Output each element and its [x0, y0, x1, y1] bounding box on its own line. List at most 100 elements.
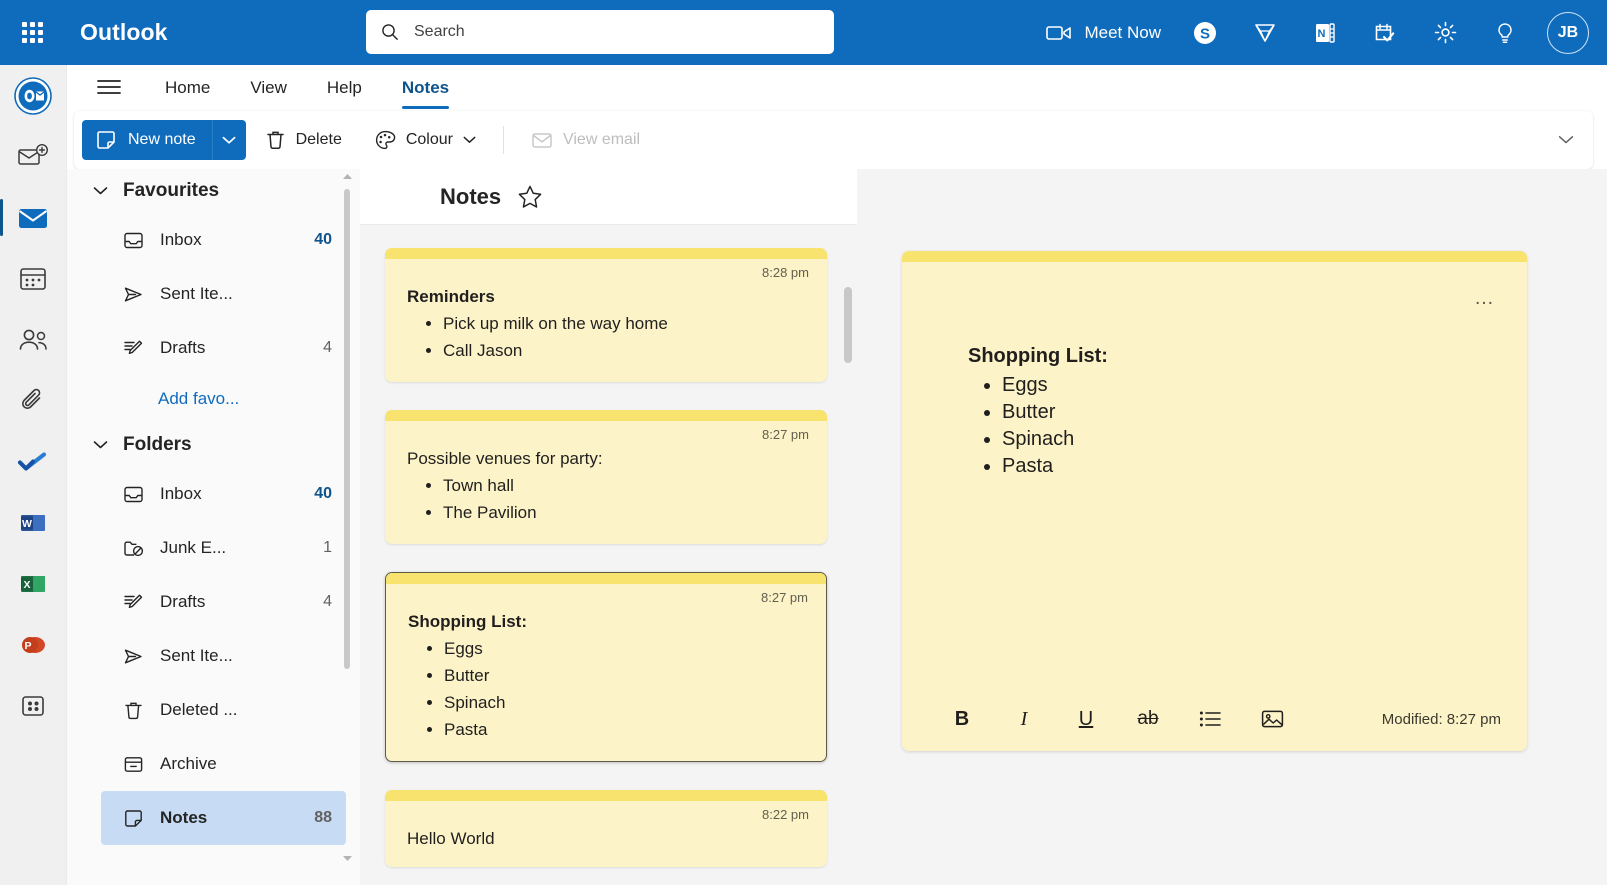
- note-body: 8:28 pm Reminders Pick up milk on the wa…: [385, 259, 827, 382]
- note-bullet-list: Eggs Butter Spinach Pasta: [408, 635, 804, 743]
- folder-notes[interactable]: Notes 88: [101, 791, 346, 845]
- colour-chevron-down-icon[interactable]: [463, 136, 476, 144]
- note-colour-strip: [385, 790, 827, 801]
- rail-item-todo[interactable]: [0, 431, 67, 492]
- note-card[interactable]: 8:27 pm Possible venues for party: Town …: [385, 410, 827, 544]
- rail-item-more-apps[interactable]: [0, 675, 67, 736]
- scroll-up-arrow-icon[interactable]: [339, 169, 355, 183]
- todo-calendar-icon[interactable]: [1363, 11, 1407, 55]
- tab-view[interactable]: View: [230, 65, 307, 111]
- chevron-down-glyph: [1558, 136, 1574, 144]
- colour-button[interactable]: Colour: [361, 120, 489, 160]
- favourites-group-header[interactable]: Favourites: [67, 169, 360, 213]
- rail-item-excel[interactable]: X: [0, 553, 67, 614]
- folder-archive[interactable]: Archive: [101, 737, 346, 791]
- svg-text:W: W: [22, 518, 32, 530]
- trash-glyph: [124, 702, 142, 719]
- meet-now-button[interactable]: Meet Now: [1036, 11, 1171, 55]
- note-card[interactable]: 8:22 pm Hello World: [385, 790, 827, 867]
- folder-pane-scrollbar[interactable]: [339, 169, 355, 885]
- palette-icon: [375, 130, 396, 150]
- italic-button[interactable]: I: [1002, 699, 1046, 739]
- notes-scroll-area[interactable]: 8:28 pm Reminders Pick up milk on the wa…: [360, 225, 857, 885]
- folder-sent-items[interactable]: Sent Ite...: [101, 629, 346, 683]
- trash-icon: [122, 700, 144, 721]
- folder-inbox[interactable]: Inbox 40: [101, 467, 346, 521]
- note-overflow-menu-icon[interactable]: …: [1469, 285, 1501, 311]
- strikethrough-button[interactable]: ab: [1126, 699, 1170, 739]
- app-launcher-icon[interactable]: [8, 9, 56, 57]
- folder-fav-inbox[interactable]: Inbox 40: [101, 213, 346, 267]
- note-card-selected[interactable]: 8:27 pm Shopping List: Eggs Butter Spina…: [385, 572, 827, 762]
- folder-count: 4: [323, 339, 332, 356]
- chevron-down-icon[interactable]: [93, 441, 108, 450]
- tips-lightbulb-icon[interactable]: [1483, 11, 1527, 55]
- tab-notes[interactable]: Notes: [381, 65, 470, 111]
- hamburger-menu-icon[interactable]: [87, 65, 131, 109]
- premium-diamond-icon[interactable]: [1243, 11, 1287, 55]
- meet-now-label: Meet Now: [1084, 22, 1161, 42]
- folder-deleted-items[interactable]: Deleted ...: [101, 683, 346, 737]
- underline-button[interactable]: U: [1064, 699, 1108, 739]
- folder-junk-email[interactable]: Junk E... 1: [101, 521, 346, 575]
- rail-item-mail[interactable]: [0, 187, 67, 248]
- folder-label: Sent Ite...: [160, 646, 233, 665]
- view-email-button[interactable]: View email: [518, 120, 653, 160]
- search-box[interactable]: [366, 10, 834, 54]
- skype-glyph: S: [1194, 21, 1216, 44]
- inbox-icon: [122, 484, 144, 505]
- new-note-dropdown-button[interactable]: [211, 120, 246, 160]
- insert-image-button[interactable]: [1250, 699, 1294, 739]
- rail-item-outlook-logo[interactable]: [0, 65, 67, 126]
- note-title: Reminders: [407, 287, 495, 306]
- note-editor-content[interactable]: Shopping List: Eggs Butter Spinach Pasta: [902, 262, 1527, 687]
- search-input[interactable]: [412, 22, 820, 42]
- rail-item-word[interactable]: W: [0, 492, 67, 553]
- note-editor-card[interactable]: … Shopping List: Eggs Butter Spinach Pas…: [902, 251, 1527, 751]
- note-card[interactable]: 8:28 pm Reminders Pick up milk on the wa…: [385, 248, 827, 382]
- notes-list-scrollbar[interactable]: [843, 287, 853, 885]
- rail-item-powerpoint[interactable]: P: [0, 614, 67, 675]
- user-avatar[interactable]: JB: [1547, 11, 1589, 54]
- tab-home[interactable]: Home: [145, 65, 230, 111]
- skype-icon[interactable]: S: [1183, 11, 1227, 55]
- delete-button[interactable]: Delete: [252, 120, 355, 160]
- folder-fav-sent-items[interactable]: Sent Ite...: [101, 267, 346, 321]
- send-glyph: [124, 287, 142, 301]
- sent-icon: [122, 646, 144, 667]
- settings-gear-icon[interactable]: [1423, 11, 1467, 55]
- view-email-label: View email: [562, 131, 641, 148]
- note-body: 8:27 pm Shopping List: Eggs Butter Spina…: [386, 584, 826, 761]
- onenote-icon[interactable]: N: [1303, 11, 1347, 55]
- note-icon: [122, 808, 144, 829]
- note-bullet-item: Pasta: [444, 716, 804, 743]
- folder-count: 4: [323, 593, 332, 610]
- brand-title[interactable]: Outlook: [80, 19, 168, 46]
- video-camera-icon: [1046, 25, 1072, 40]
- folder-fav-drafts[interactable]: Drafts 4: [101, 321, 346, 375]
- chevron-down-icon[interactable]: [93, 187, 108, 196]
- add-favourite-link[interactable]: Add favo...: [67, 375, 360, 423]
- note-colour-strip: [385, 410, 827, 421]
- new-note-button[interactable]: New note: [82, 120, 212, 160]
- rail-item-files[interactable]: [0, 370, 67, 431]
- rail-item-new-mail[interactable]: [0, 126, 67, 187]
- bulleted-list-button[interactable]: [1188, 699, 1232, 739]
- folder-drafts[interactable]: Drafts 4: [101, 575, 346, 629]
- scroll-down-arrow-icon[interactable]: [339, 851, 355, 865]
- bold-button[interactable]: B: [940, 699, 984, 739]
- folder-pane-scroll-thumb[interactable]: [344, 189, 350, 669]
- new-note-icon: [97, 131, 115, 149]
- star-outline-icon[interactable]: [517, 184, 543, 209]
- folders-group-header[interactable]: Folders: [67, 423, 360, 467]
- chevron-down-icon: [222, 136, 236, 144]
- svg-text:P: P: [24, 640, 31, 652]
- notes-list-scroll-thumb[interactable]: [844, 287, 852, 363]
- rail-item-calendar[interactable]: [0, 248, 67, 309]
- note-colour-strip: [902, 251, 1527, 262]
- new-mail-icon: [18, 143, 49, 165]
- note-bullet-item: Town hall: [443, 472, 805, 499]
- command-bar-expand-chevron-icon[interactable]: [1553, 127, 1579, 153]
- rail-item-people[interactable]: [0, 309, 67, 370]
- tab-help[interactable]: Help: [307, 65, 382, 111]
